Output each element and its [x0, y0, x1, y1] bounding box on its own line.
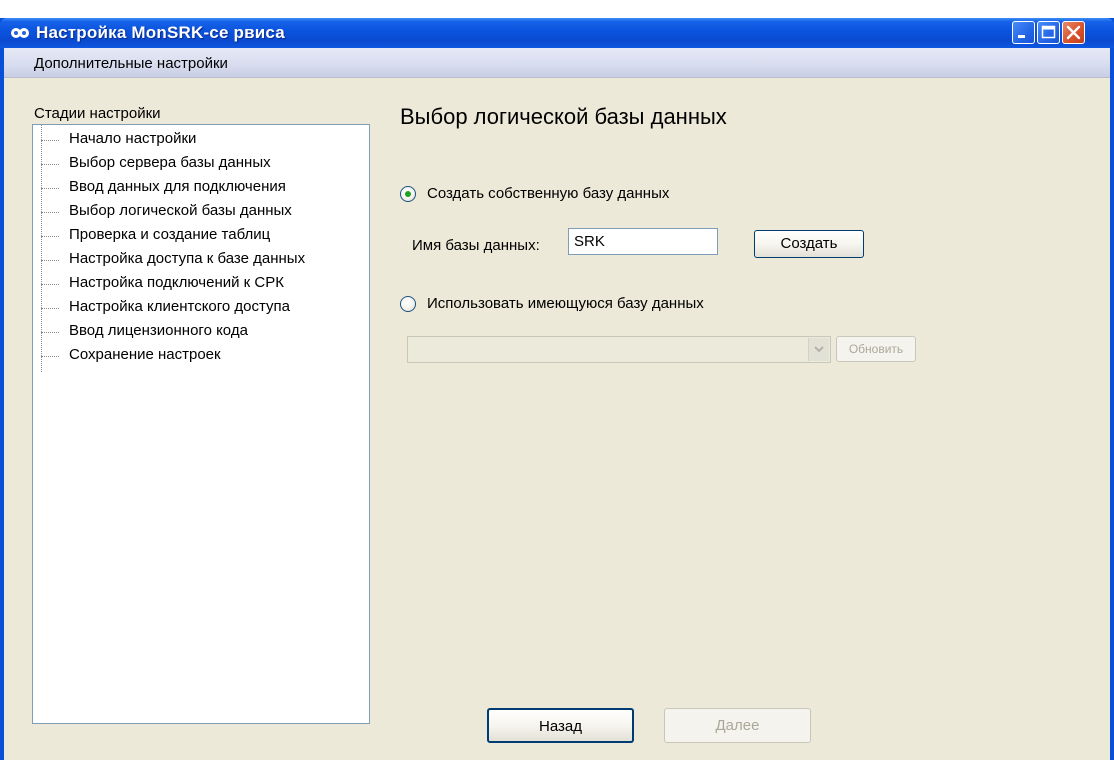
existing-database-select[interactable] [407, 336, 831, 363]
radio-selected-dot [405, 191, 411, 197]
tree-branch [41, 140, 59, 141]
dropdown-arrow[interactable] [808, 338, 829, 361]
tree-branch [41, 212, 59, 213]
tree-item-label: Настройка доступа к базе данных [69, 250, 306, 267]
chevron-down-icon [814, 346, 824, 353]
tree-item-label: Настройка клиентского доступа [69, 298, 291, 315]
tree-item[interactable]: Настройка доступа к базе данных [41, 248, 361, 272]
tree-branch [41, 356, 59, 357]
window-client-area: Дополнительные настройки Стадии настройк… [4, 48, 1110, 760]
tree-item[interactable]: Сохранение настроек [41, 344, 361, 368]
close-icon [1066, 25, 1081, 40]
tree-item-label: Начало настройки [69, 130, 197, 147]
radio-create-database[interactable] [400, 186, 416, 202]
tree-item[interactable]: Ввод лицензионного кода [41, 320, 361, 344]
next-button[interactable]: Далее [664, 708, 811, 743]
tree-item-label: Выбор логической базы данных [69, 202, 292, 219]
tree-item-label: Ввод данных для подключения [69, 178, 286, 195]
tree-branch [41, 308, 59, 309]
maximize-button[interactable] [1037, 21, 1060, 44]
tree-item-label: Проверка и создание таблиц [69, 226, 271, 243]
create-button[interactable]: Создать [754, 230, 864, 258]
tree-item[interactable]: Настройка клиентского доступа [41, 296, 361, 320]
minimize-icon [1018, 35, 1025, 38]
window-title: Настройка MonSRK-се рвиса [36, 23, 285, 42]
top-strip [0, 0, 1114, 18]
tree-item[interactable]: Начало настройки [41, 128, 361, 152]
close-button[interactable] [1062, 21, 1085, 44]
title-bar[interactable]: Настройка MonSRK-се рвиса [0, 18, 1114, 48]
refresh-button[interactable]: Обновить [836, 336, 916, 362]
tree-item[interactable]: Проверка и создание таблиц [41, 224, 361, 248]
tree-item[interactable]: Настройка подключений к СРК [41, 272, 361, 296]
stages-heading: Стадии настройки [34, 105, 161, 122]
maximize-icon [1041, 25, 1056, 39]
tree-item[interactable]: Ввод данных для подключения [41, 176, 361, 200]
back-button[interactable]: Назад [487, 708, 634, 743]
tree-branch [41, 164, 59, 165]
tree-branch [41, 332, 59, 333]
menu-bar: Дополнительные настройки [4, 48, 1110, 78]
app-icon [10, 23, 30, 43]
tree-branch [41, 236, 59, 237]
menu-item-additional-settings[interactable]: Дополнительные настройки [34, 55, 228, 72]
db-name-input[interactable] [568, 228, 718, 255]
tree-branch [41, 188, 59, 189]
stages-tree[interactable]: Начало настройки Выбор сервера базы данн… [32, 124, 370, 724]
radio-create-database-label[interactable]: Создать собственную базу данных [427, 185, 669, 202]
tree-branch [41, 260, 59, 261]
settings-window: Настройка MonSRK-се рвиса Дополнительные… [0, 18, 1114, 760]
minimize-button[interactable] [1012, 21, 1035, 44]
tree-item-label: Выбор сервера базы данных [69, 154, 271, 171]
tree-item-label: Ввод лицензионного кода [69, 322, 248, 339]
tree-item-label: Настройка подключений к СРК [69, 274, 284, 291]
radio-use-existing-database-label[interactable]: Использовать имеющуюся базу данных [427, 295, 704, 312]
tree-item-label: Сохранение настроек [69, 346, 221, 363]
tree-item[interactable]: Выбор логической базы данных [41, 200, 361, 224]
page-title: Выбор логической базы данных [400, 104, 727, 129]
db-name-label: Имя базы данных: [412, 237, 540, 254]
radio-use-existing-database[interactable] [400, 296, 416, 312]
tree-branch [41, 284, 59, 285]
tree-item[interactable]: Выбор сервера базы данных [41, 152, 361, 176]
